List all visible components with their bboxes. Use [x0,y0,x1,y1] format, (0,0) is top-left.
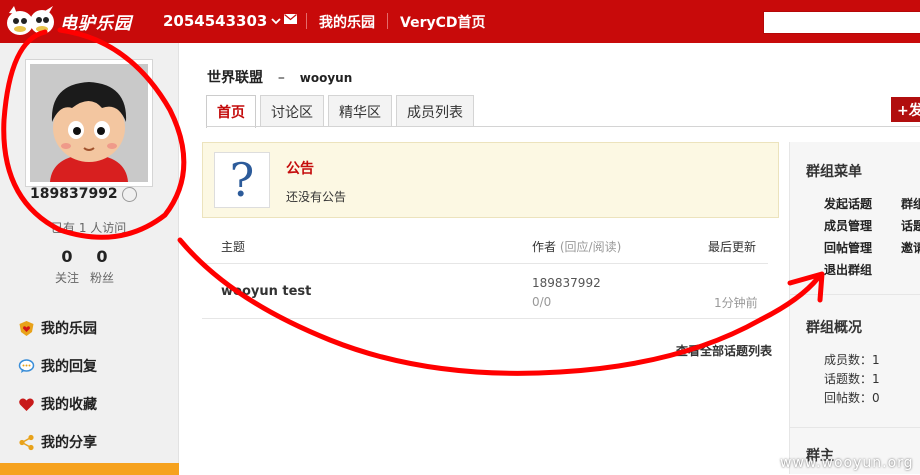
question-mark-icon: ? [214,152,270,208]
nav-divider [387,13,388,29]
fans-stat[interactable]: 0 粉丝 [87,247,117,286]
sidebar-item-my-paradise[interactable]: 我的乐园 [18,317,97,339]
new-post-button[interactable]: +发 [891,97,920,122]
table-divider [202,263,768,264]
group-header: 世界联盟 – wooyun [207,67,352,87]
sidebar-item-label: 我的回复 [41,359,97,375]
following-stat[interactable]: 0 关注 [52,247,82,286]
following-label: 关注 [54,271,79,285]
donkey-logo-icon [7,6,54,35]
avatar [30,64,148,182]
topic-management-link[interactable]: 话题 [901,217,920,234]
announcement-title: 公告 [286,161,314,177]
nav-link-my-paradise[interactable]: 我的乐园 [319,12,375,32]
column-header-topic: 主题 [221,240,246,254]
sidebar-item-my-favorites[interactable]: 我的收藏 [18,393,97,415]
topic-last-updated: 1分钟前 [714,296,758,310]
cartoon-boy-avatar-icon [30,64,148,182]
author-header-sub: (回应/阅读) [559,240,622,254]
avatar-frame[interactable] [25,59,153,187]
fans-label: 粉丝 [89,271,114,285]
column-header-author: 作者 (回应/阅读) [532,238,621,255]
account-id: 2054543303 [163,12,268,30]
column-header-updated: 最后更新 [708,240,757,254]
announcement-box: ? 公告 还没有公告 [202,142,779,218]
member-management-link[interactable]: 成员管理 [824,217,872,234]
mail-icon[interactable] [284,14,297,24]
reply-management-link[interactable]: 回帖管理 [824,239,872,256]
sidebar-item-label: 我的收藏 [41,397,97,413]
topic-author-link[interactable]: 189837992 [532,276,601,290]
tab-members[interactable]: 成员列表 [396,95,474,127]
tab-discussion[interactable]: 讨论区 [260,95,324,127]
group-owner[interactable]: wooyun [300,71,352,85]
heart-shield-icon [19,320,34,336]
nav-link-verycd-home[interactable]: VeryCD首页 [400,12,486,32]
leave-group-link[interactable]: 退出群组 [824,261,872,278]
topic-count: 话题数：1 [824,372,880,386]
invite-link[interactable]: 邀请 [901,239,920,256]
left-sidebar: 189837992 已有 1 人访问 0 关注 0 粉丝 我的乐园 我的回复 我… [0,43,179,475]
member-count: 成员数：1 [824,353,880,367]
level-badge-icon [121,186,137,202]
tabs-divider [206,126,920,127]
sidebar-item-my-shares[interactable]: 我的分享 [18,431,97,453]
group-tabs: 首页 讨论区 精华区 成员列表 [206,95,474,128]
author-header-label: 作者 [532,240,557,254]
top-navbar: 电驴乐园 2054543303 我的乐园 VeryCD首页 [0,0,920,43]
panel-divider [790,427,920,428]
tab-featured[interactable]: 精华区 [328,95,392,127]
tab-home[interactable]: 首页 [206,95,256,128]
table-divider [202,318,768,319]
group-name: 世界联盟 [207,70,263,86]
group-settings-link[interactable]: 群组 [901,195,920,212]
share-icon [19,434,34,450]
topic-title-link[interactable]: wooyun test [221,284,311,299]
site-logo[interactable]: 电驴乐园 [4,4,132,38]
user-id-text: 189837992 [30,186,118,202]
search-input[interactable] [763,11,920,34]
right-panel: 群组菜单 发起话题 成员管理 回帖管理 退出群组 群组 话题 邀请 群组概况 成… [789,142,920,474]
speech-bubble-icon [18,358,35,373]
nav-divider [306,13,307,29]
chevron-down-icon [271,17,282,24]
sidebar-item-label: 我的分享 [41,435,97,451]
topic-reply-read-counts: 0/0 [532,295,552,309]
start-topic-link[interactable]: 发起话题 [824,195,872,212]
announcement-text: 还没有公告 [286,190,347,204]
group-overview-title: 群组概况 [806,320,862,336]
following-count: 0 [61,247,73,266]
user-id-label[interactable]: 189837992 [30,186,137,202]
fans-count: 0 [96,247,108,266]
visitor-count: 已有 1 人访问 [51,221,127,235]
account-dropdown[interactable]: 2054543303 [163,12,282,30]
reply-count: 回帖数：0 [824,391,880,405]
watermark: www.wooyun.org [780,455,914,471]
sidebar-item-label: 我的乐园 [41,321,97,337]
panel-divider [790,294,920,295]
view-all-topics-link[interactable]: 查看全部话题列表 [676,342,772,359]
group-menu-title: 群组菜单 [806,164,862,180]
title-separator: – [277,70,285,86]
heart-icon [19,398,34,411]
logo-text: 电驴乐园 [60,13,132,34]
sidebar-item-highlighted[interactable] [0,463,179,475]
sidebar-item-my-replies[interactable]: 我的回复 [18,355,97,377]
